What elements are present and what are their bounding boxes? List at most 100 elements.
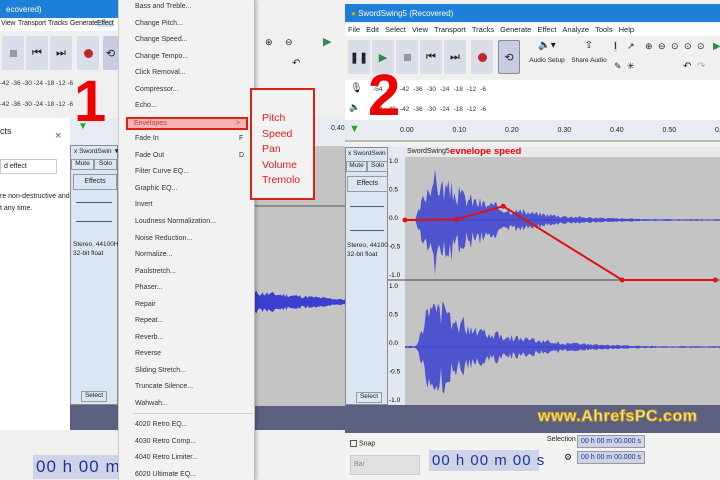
menu-item[interactable]: Change Pitch... [135, 20, 183, 27]
menu-item[interactable]: Fade In F [135, 135, 243, 142]
menu-item[interactable]: Compressor... [135, 86, 179, 93]
gain-slider[interactable] [350, 206, 384, 207]
menu-item[interactable]: Change Tempo... [135, 53, 188, 60]
close-icon[interactable]: × [55, 130, 61, 142]
loop-button[interactable]: ⟲ [103, 36, 118, 70]
menu-item[interactable]: Graphic EQ... [135, 185, 177, 192]
menu-item[interactable]: Change Speed... [135, 36, 188, 43]
menu-item[interactable]: Phaser... [135, 284, 163, 291]
menu-item[interactable]: Click Removal... [135, 69, 186, 76]
menu-item-envelopes[interactable]: Envelopes > [126, 117, 248, 130]
menu-item[interactable]: Truncate Silence... [135, 383, 193, 390]
undo-icon[interactable]: ↶ [683, 61, 691, 72]
menu-select[interactable]: Select [385, 25, 406, 34]
menu-item[interactable]: Normalize... [135, 251, 172, 258]
envelope-point[interactable] [454, 216, 460, 222]
envelope-point[interactable] [402, 217, 408, 223]
zoom-fit-icon[interactable]: ⊙ [684, 41, 692, 52]
selection-tool-icon[interactable]: I [614, 41, 617, 52]
select-button[interactable]: Select [356, 392, 382, 403]
mute-button[interactable]: Mute [346, 161, 367, 172]
effects-button[interactable]: Effects [347, 176, 388, 192]
solo-button[interactable]: Solo [367, 161, 388, 172]
menu-item[interactable]: Echo... [135, 102, 157, 109]
solo-button[interactable]: Solo [94, 159, 117, 170]
menu-item[interactable]: Fade Out D [135, 152, 244, 159]
menu-tracks[interactable]: Tracks [472, 25, 494, 34]
pan-slider[interactable] [76, 221, 112, 222]
menu-edit[interactable]: Edit [366, 25, 379, 34]
playback-meter[interactable]: -42 -36 -30 -24 -18 -12 -6 [0, 101, 73, 108]
menu-item[interactable]: Reverse [135, 350, 161, 357]
record-button[interactable] [77, 36, 99, 70]
menu-item[interactable]: Noise Reduction... [135, 235, 192, 242]
share-audio-button[interactable]: ⇧ Share Audio [570, 40, 608, 64]
envelope-point[interactable] [500, 203, 506, 209]
menu-file[interactable]: File [348, 25, 360, 34]
menu-tracks[interactable]: Tracks [48, 20, 68, 27]
record-button[interactable] [471, 40, 493, 74]
selection-start-field[interactable]: 00 h 00 m 00.000 s [577, 435, 645, 448]
skip-start-button[interactable]: ⏮ [26, 36, 48, 70]
mute-button[interactable]: Mute [71, 159, 94, 170]
effects-button[interactable]: Effects [73, 174, 117, 190]
loop-button[interactable]: ⟲ [498, 40, 520, 74]
selection-end-field[interactable]: 00 h 00 m 00.000 s [577, 451, 645, 464]
menu-item[interactable]: Paulstretch... [135, 268, 176, 275]
snap-unit-select[interactable]: Bar [350, 455, 420, 475]
zoom-out-icon[interactable]: ⊖ [285, 37, 293, 48]
clip-name[interactable]: SwordSwing5 [405, 147, 452, 156]
menu-item[interactable]: Bass and Treble... [135, 3, 191, 10]
stop-button[interactable] [2, 36, 24, 70]
menu-effect[interactable]: Effect [537, 25, 556, 34]
submenu-pan[interactable]: Pan [252, 142, 313, 158]
add-effect-field[interactable]: d effect [0, 159, 57, 174]
menu-item-plugin[interactable]: 4020 Retro EQ... [135, 421, 188, 428]
menu-tools[interactable]: Tools [595, 25, 613, 34]
menu-item[interactable]: Repeat... [135, 317, 163, 324]
pan-slider[interactable] [350, 230, 384, 231]
menu-item[interactable]: Reverb... [135, 334, 163, 341]
play-at-speed-icon[interactable]: ▶ [713, 41, 720, 52]
zoom-selection-icon[interactable]: ⊙ [671, 41, 679, 52]
envelope-point[interactable] [619, 277, 625, 283]
menu-generate[interactable]: Generate [500, 25, 531, 34]
zoom-out-icon[interactable]: ⊖ [658, 41, 666, 52]
draw-tool-icon[interactable]: ✎ [614, 61, 622, 72]
time-display[interactable]: 00 h 00 m 0 [33, 455, 136, 479]
play-icon[interactable]: ▶ [323, 35, 331, 48]
envelope-point[interactable] [712, 277, 718, 283]
menu-analyze[interactable]: Analyze [562, 25, 589, 34]
submenu-volume[interactable]: Volume [252, 158, 313, 174]
select-button[interactable]: Select [81, 391, 107, 402]
gain-slider[interactable] [76, 202, 112, 203]
skip-end-button[interactable]: ⏭ [444, 40, 466, 74]
gear-icon[interactable]: ⚙ [564, 452, 572, 463]
waveform-display[interactable]: 1.0 0.5 0.0 -0.5 -1.0 1.0 0.5 0.0 -0.5 -1.0 [388, 147, 720, 405]
menu-item-plugin[interactable]: 4030 Retro Comp... [135, 438, 196, 445]
zoom-in-icon[interactable]: ⊕ [645, 41, 653, 52]
menu-effect[interactable]: Effect [97, 20, 114, 27]
track-name-menu[interactable]: x SwordSwin ▼ [346, 148, 394, 159]
submenu-speed[interactable]: Speed [252, 127, 313, 143]
menu-transport[interactable]: Transport [434, 25, 466, 34]
timeline-ruler[interactable]: ▼ 0.00 0.10 0.20 0.30 0.40 0.50 0.60 [345, 120, 720, 142]
menu-item[interactable]: Invert [135, 201, 153, 208]
time-display[interactable]: 00 h 00 m 00 s [429, 450, 544, 471]
audio-setup-button[interactable]: 🔈▾ Audio Setup [528, 40, 566, 64]
menu-help[interactable]: Help [619, 25, 634, 34]
menu-item[interactable]: Sliding Stretch... [135, 367, 186, 374]
redo-icon[interactable]: ↷ [697, 61, 705, 72]
snap-checkbox[interactable]: Snap [350, 440, 375, 447]
multi-tool-icon[interactable]: ✳ [627, 61, 635, 72]
track-name-menu[interactable]: x SwordSwin ▼ [71, 146, 120, 157]
menu-item[interactable]: Wahwah... [135, 400, 168, 407]
menu-item[interactable]: Filter Curve EQ... [135, 168, 189, 175]
skip-start-button[interactable]: ⏮ [420, 40, 442, 74]
record-meter[interactable]: -42 -36 -30 -24 -18 -12 -6 [0, 80, 73, 87]
menu-item[interactable]: Loudness Normalization... [135, 218, 216, 225]
menu-item-plugin[interactable]: 6020 Ultimate EQ... [135, 471, 196, 478]
menu-transport[interactable]: Transport [18, 20, 46, 27]
zoom-in-icon[interactable]: ⊕ [265, 37, 273, 48]
skip-end-button[interactable]: ⏭ [50, 36, 72, 70]
